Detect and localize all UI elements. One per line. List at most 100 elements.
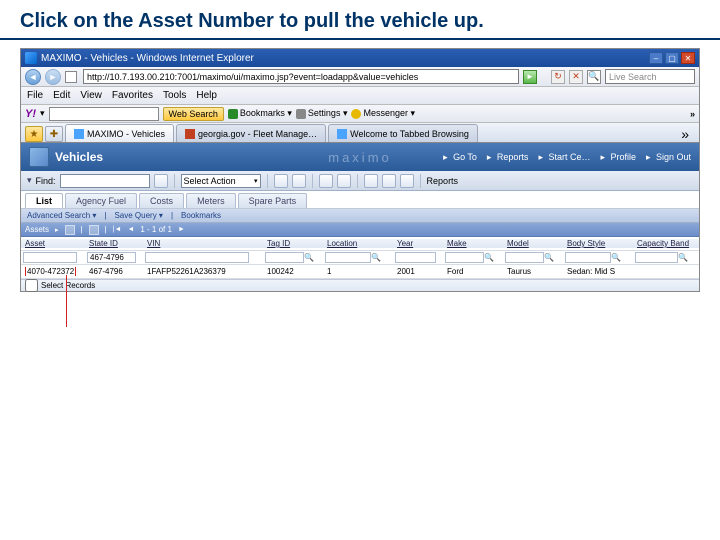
- pager-label: 1 - 1 of 1: [140, 225, 172, 234]
- col-location[interactable]: Location: [323, 239, 393, 248]
- filter-make-input[interactable]: [445, 252, 484, 263]
- subtab-agency-fuel[interactable]: Agency Fuel: [65, 193, 137, 208]
- maximize-button[interactable]: ▢: [665, 52, 679, 64]
- menu-help[interactable]: Help: [196, 90, 217, 101]
- filter-tag-input[interactable]: [265, 252, 304, 263]
- filter-state-id-input[interactable]: [87, 252, 136, 263]
- subtab-spare-parts[interactable]: Spare Parts: [238, 193, 308, 208]
- filter-toggle-icon[interactable]: ▸: [55, 226, 59, 234]
- pager-prev-icon[interactable]: ◄: [127, 226, 134, 233]
- add-favorites-button[interactable]: ✚: [45, 126, 63, 142]
- filter-body-input[interactable]: [565, 252, 611, 263]
- settings-icon: [296, 109, 306, 119]
- bookmarks-link[interactable]: Bookmarks: [181, 211, 221, 220]
- toolbar-new-button[interactable]: [364, 174, 378, 188]
- col-model[interactable]: Model: [503, 239, 563, 248]
- menu-tools[interactable]: Tools: [163, 90, 186, 101]
- table-row[interactable]: 4070-472372 467-4796 1FAFP52261A236379 1…: [21, 265, 699, 279]
- address-bar[interactable]: http://10.7.193.00.210:7001/maximo/ui/ma…: [83, 69, 519, 84]
- subtab-list[interactable]: List: [25, 193, 63, 208]
- select-records-checkbox[interactable]: [25, 279, 38, 292]
- nav-goto[interactable]: ▸Go To: [443, 152, 477, 162]
- stop-button[interactable]: ✕: [569, 70, 583, 84]
- filter-location-input[interactable]: [325, 252, 371, 263]
- filter-vin-input[interactable]: [145, 252, 249, 263]
- toolbar-next-button[interactable]: [337, 174, 351, 188]
- find-go-button[interactable]: [154, 174, 168, 188]
- cell-state-id: 467-4796: [85, 267, 143, 276]
- col-tag-id[interactable]: Tag ID: [263, 239, 323, 248]
- assets-section-header: Assets ▸ | | |◄ ◄ 1 - 1 of 1 ►: [21, 223, 699, 237]
- col-capacity-band[interactable]: Capacity Band: [633, 239, 699, 248]
- profile-icon: ▸: [600, 153, 608, 161]
- toolbar-reports-button[interactable]: Reports: [427, 176, 459, 186]
- yahoo-web-search-button[interactable]: Web Search: [163, 107, 224, 121]
- maximo-header: Vehicles maximo ▸Go To ▸Reports ▸Start C…: [21, 143, 699, 171]
- filter-year-input[interactable]: [395, 252, 436, 263]
- pager-next-icon[interactable]: ►: [178, 226, 185, 233]
- minimize-button[interactable]: –: [649, 52, 663, 64]
- col-vin[interactable]: VIN: [143, 239, 263, 248]
- lookup-cap-icon[interactable]: 🔍: [678, 253, 688, 263]
- toolbar-overflow-button[interactable]: »: [681, 126, 695, 142]
- browser-search-input[interactable]: Live Search: [605, 69, 695, 84]
- col-body-style[interactable]: Body Style: [563, 239, 633, 248]
- yahoo-messenger-link[interactable]: Messenger ▾: [351, 108, 415, 119]
- forward-button[interactable]: ►: [45, 69, 61, 85]
- menu-file[interactable]: File: [27, 90, 43, 101]
- tab-georgia-gov[interactable]: georgia.gov - Fleet Manage…: [176, 124, 326, 142]
- subtab-costs[interactable]: Costs: [139, 193, 184, 208]
- filter-icon[interactable]: [65, 225, 75, 235]
- find-input[interactable]: [60, 174, 150, 188]
- nav-startcenter[interactable]: ▸Start Ce…: [538, 152, 590, 162]
- tab-maximo-vehicles[interactable]: MAXIMO - Vehicles: [65, 124, 174, 142]
- lookup-location-icon[interactable]: 🔍: [371, 253, 381, 263]
- pager-first-icon[interactable]: |◄: [113, 226, 122, 233]
- menu-edit[interactable]: Edit: [53, 90, 70, 101]
- startcenter-icon: ▸: [538, 153, 546, 161]
- back-button[interactable]: ◄: [25, 69, 41, 85]
- yahoo-more-button[interactable]: »: [690, 109, 695, 119]
- menu-favorites[interactable]: Favorites: [112, 90, 153, 101]
- toolbar-chevron[interactable]: ▾: [27, 175, 32, 186]
- yahoo-search-input[interactable]: [49, 107, 159, 121]
- toolbar-clear-button[interactable]: [292, 174, 306, 188]
- yahoo-bookmarks-link[interactable]: Bookmarks ▾: [228, 108, 292, 119]
- nav-profile[interactable]: ▸Profile: [600, 152, 636, 162]
- cell-year: 2001: [393, 267, 443, 276]
- col-state-id[interactable]: State ID: [85, 239, 143, 248]
- filter-asset-input[interactable]: [23, 252, 77, 263]
- save-query-link[interactable]: Save Query ▾: [114, 211, 162, 220]
- lookup-make-icon[interactable]: 🔍: [484, 253, 494, 263]
- close-button[interactable]: ✕: [681, 52, 695, 64]
- toolbar-prev-button[interactable]: [319, 174, 333, 188]
- tab-welcome-tabbed[interactable]: Welcome to Tabbed Browsing: [328, 124, 478, 142]
- subtab-meters[interactable]: Meters: [186, 193, 236, 208]
- lookup-model-icon[interactable]: 🔍: [544, 253, 554, 263]
- toolbar-attach-button[interactable]: [382, 174, 396, 188]
- go-button[interactable]: ►: [523, 70, 537, 84]
- lookup-body-icon[interactable]: 🔍: [611, 253, 621, 263]
- select-action-dropdown[interactable]: Select Action▾: [181, 174, 261, 188]
- filter-cap-input[interactable]: [635, 252, 678, 263]
- menu-view[interactable]: View: [80, 90, 102, 101]
- toolbar-save-button[interactable]: [274, 174, 288, 188]
- nav-signout[interactable]: ▸Sign Out: [646, 152, 691, 162]
- yahoo-settings-link[interactable]: Settings ▾: [296, 108, 348, 119]
- table-filter-row: 🔍 🔍 🔍 🔍 🔍 🔍: [21, 251, 699, 265]
- refresh-button[interactable]: ↻: [551, 70, 565, 84]
- advanced-search-link[interactable]: Advanced Search ▾: [27, 211, 96, 220]
- filter-model-input[interactable]: [505, 252, 544, 263]
- toolbar-print-button[interactable]: [400, 174, 414, 188]
- col-asset[interactable]: Asset: [21, 239, 85, 248]
- lookup-tag-icon[interactable]: 🔍: [304, 253, 314, 263]
- maximo-toolbar: ▾ Find: Select Action▾ Reports: [21, 171, 699, 191]
- asset-number-link[interactable]: 4070-472372: [25, 267, 76, 276]
- nav-reports[interactable]: ▸Reports: [487, 152, 529, 162]
- download-icon[interactable]: [89, 225, 99, 235]
- yahoo-logo-icon[interactable]: Y!: [25, 108, 36, 120]
- col-make[interactable]: Make: [443, 239, 503, 248]
- favorites-center-button[interactable]: ★: [25, 126, 43, 142]
- search-provider-icon[interactable]: 🔍: [587, 70, 601, 84]
- col-year[interactable]: Year: [393, 239, 443, 248]
